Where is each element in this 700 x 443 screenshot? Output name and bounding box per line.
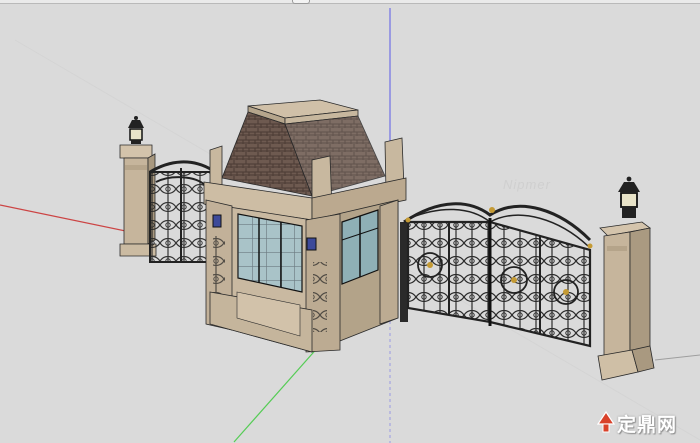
guardhouse[interactable] [203,99,407,353]
ground-line [654,354,700,361]
axis-green-y [233,344,321,443]
axis-red-x [0,204,136,234]
lantern-icon [128,116,144,144]
right-pillar[interactable] [597,221,655,381]
ghost-watermark: Nipmer [503,177,551,192]
tree-logo-icon [596,410,616,433]
right-gate[interactable] [400,202,593,348]
left-gate[interactable] [149,160,213,263]
model-viewport[interactable] [0,0,700,443]
lantern-icon [618,176,640,218]
site-watermark: 定鼎网 [617,414,678,436]
